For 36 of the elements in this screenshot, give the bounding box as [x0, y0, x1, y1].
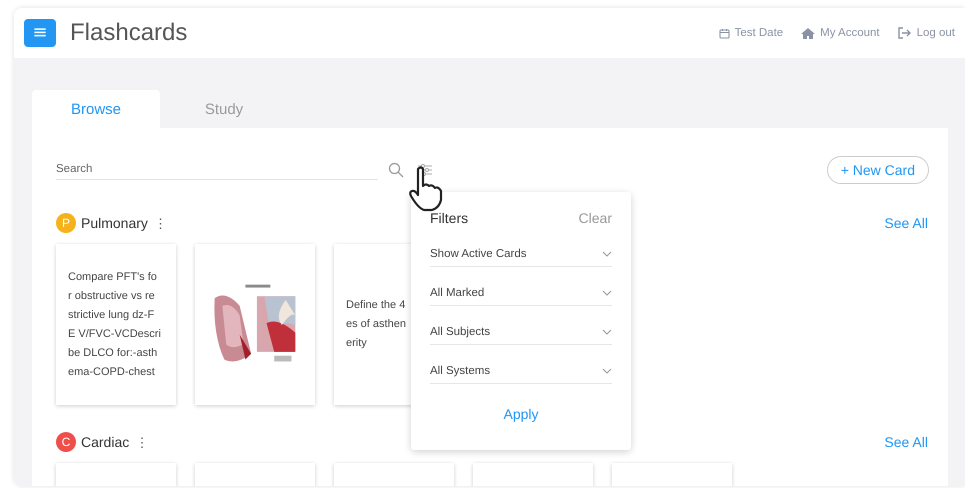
chevron-down-icon	[602, 329, 612, 335]
card-text: Compare PFT's fo r obstructive vs re strictive lung dz-F E V/FVC-VCDescri be DLCO for:-asth ema-COPD-chest	[68, 270, 161, 380]
flashcard[interactable]	[195, 244, 315, 405]
chevron-down-icon	[602, 290, 612, 296]
section-title: Cardiac	[81, 434, 130, 450]
new-card-button[interactable]: + New Card	[826, 156, 929, 184]
clear-link[interactable]: Clear	[578, 210, 612, 226]
filter-dropdown[interactable]: All Systems	[430, 359, 612, 384]
header-link[interactable]: My Account	[801, 27, 880, 39]
search-icon	[388, 162, 404, 178]
more-button[interactable]: ⋮	[133, 434, 150, 450]
search-field[interactable]: Search	[56, 160, 378, 180]
section-title: Pulmonary	[81, 215, 148, 231]
calendar-icon	[718, 28, 730, 38]
section-badge: P	[56, 213, 76, 233]
card-text: Define the 4 es of asthen erity	[346, 298, 406, 351]
home-icon	[801, 28, 816, 38]
filter-dropdown[interactable]: Show Active Cards	[430, 242, 612, 267]
chevron-down-icon	[602, 368, 612, 374]
header-link[interactable]: Log out	[898, 27, 955, 39]
see-all-link[interactable]: See All	[884, 215, 928, 231]
flashcard[interactable]: Compare PFT's fo r obstructive vs re strictive lung dz-F E V/FVC-VCDescri be DLCO for:-asth ema-COPD-chest	[56, 244, 176, 405]
tab[interactable]: Browse	[32, 90, 160, 128]
filter-dropdown[interactable]: All Subjects	[430, 320, 612, 345]
app-title: Flashcards	[70, 19, 188, 47]
section-badge: C	[56, 432, 76, 452]
see-all-link[interactable]: See All	[884, 434, 928, 450]
apply-link[interactable]: Apply	[503, 406, 539, 422]
filters-title: Filters	[430, 210, 468, 226]
header-link[interactable]: Test Date	[718, 27, 784, 39]
menu-button[interactable]: ≡	[24, 19, 56, 47]
logout-icon	[898, 27, 912, 39]
filter-dropdown[interactable]: All Marked	[430, 281, 612, 306]
more-button[interactable]: ⋮	[152, 216, 169, 230]
tab[interactable]: Study	[160, 90, 288, 128]
chevron-down-icon	[602, 251, 612, 257]
